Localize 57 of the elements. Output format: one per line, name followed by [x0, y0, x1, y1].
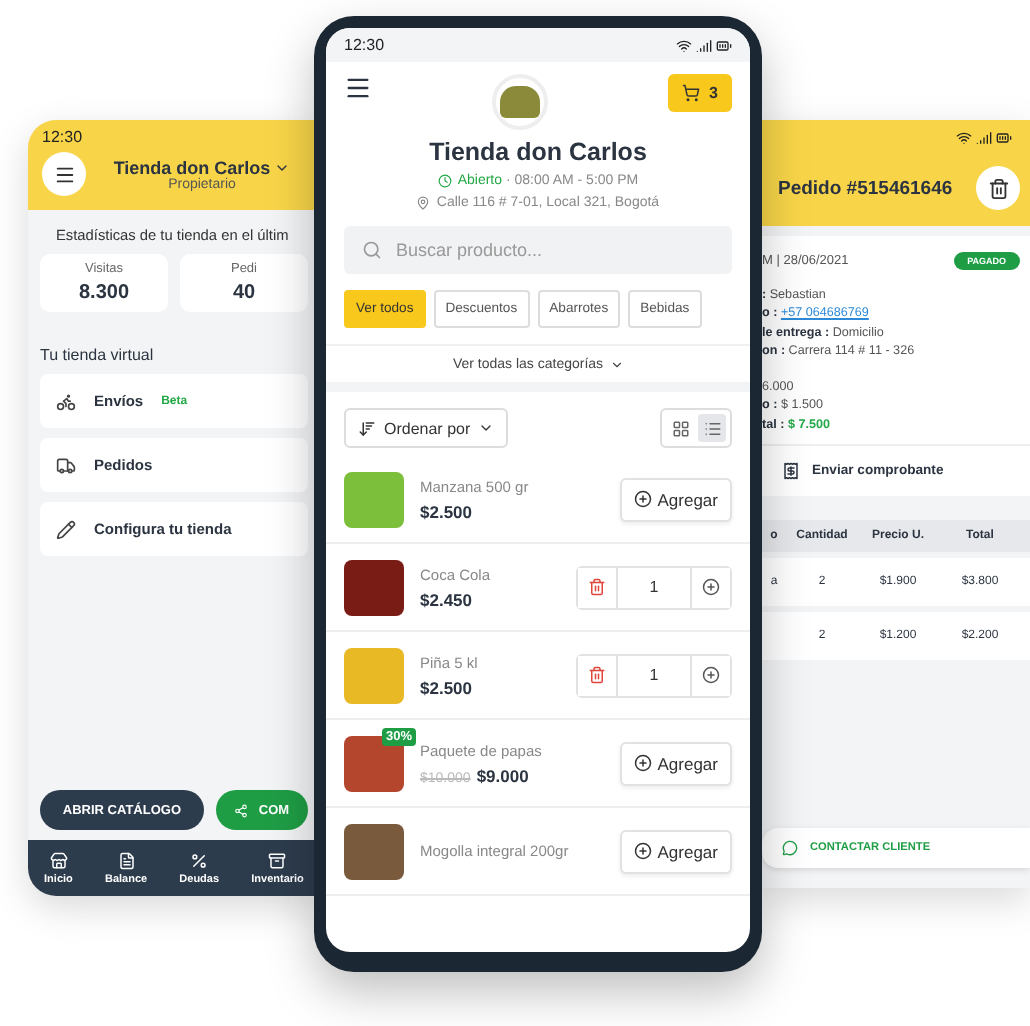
status-time: 12:30: [344, 36, 385, 54]
battery-icon: [996, 129, 1012, 145]
product-price: $2.500: [420, 677, 472, 697]
plus-icon: [702, 578, 720, 596]
trash-icon: [987, 177, 1009, 199]
store-selector[interactable]: Tienda don Carlos: [113, 157, 291, 177]
signal-icon: [696, 37, 712, 53]
store-name: Tienda don Carlos: [427, 138, 649, 166]
menu-icon: [53, 163, 75, 185]
stat-value: 8.300: [78, 282, 130, 304]
delete-button[interactable]: [976, 166, 1020, 210]
sort-icon: [358, 419, 376, 437]
wifi-icon: [956, 129, 972, 145]
trash-icon: [588, 666, 606, 684]
wifi-icon: [676, 37, 692, 53]
order-title: Pedido #515461646: [778, 177, 953, 199]
store-logo: [491, 74, 548, 130]
plus-icon: [633, 490, 652, 508]
product-price: $2.500: [420, 501, 472, 521]
box-icon: [268, 851, 287, 869]
caret-icon: [478, 420, 495, 436]
list-icon: [703, 419, 721, 437]
cart-button[interactable]: 3: [667, 74, 732, 112]
plus-icon: [633, 754, 652, 772]
percent-icon: [190, 851, 209, 869]
battery-icon: [716, 37, 732, 53]
product-price: $9.000: [476, 765, 529, 785]
search-icon: [362, 240, 382, 260]
sort-dropdown[interactable]: Ordenar por: [344, 408, 509, 448]
plus-icon: [702, 666, 720, 684]
caret-icon: [609, 357, 624, 371]
status-time: 12:30: [42, 128, 85, 146]
list-view-button[interactable]: [698, 414, 726, 442]
chat-icon: [782, 840, 798, 856]
add-button[interactable]: Agregar: [619, 829, 732, 873]
bicycle-icon: [56, 391, 76, 411]
grid-icon: [671, 419, 689, 437]
clock-icon: [437, 174, 452, 188]
location-icon: [416, 196, 431, 210]
pencil-icon: [56, 519, 76, 539]
add-button[interactable]: Agregar: [619, 741, 732, 785]
menu-button[interactable]: [42, 152, 86, 196]
add-button[interactable]: Agregar: [619, 477, 732, 521]
document-icon: [117, 851, 136, 869]
stat-value: 40: [232, 282, 256, 304]
signal-icon: [976, 129, 992, 145]
receipt-icon: [782, 461, 800, 479]
section-title: Tu tienda virtual: [40, 346, 156, 364]
search-field[interactable]: Buscar producto...: [344, 226, 732, 274]
store-icon: [49, 851, 68, 869]
menu-icon[interactable]: [344, 74, 372, 102]
product-price: $2.450: [420, 589, 472, 609]
truck-icon: [56, 455, 76, 475]
cart-icon: [681, 84, 700, 102]
share-icon: [234, 803, 249, 817]
trash-icon: [588, 578, 606, 596]
plus-icon: [633, 842, 652, 860]
